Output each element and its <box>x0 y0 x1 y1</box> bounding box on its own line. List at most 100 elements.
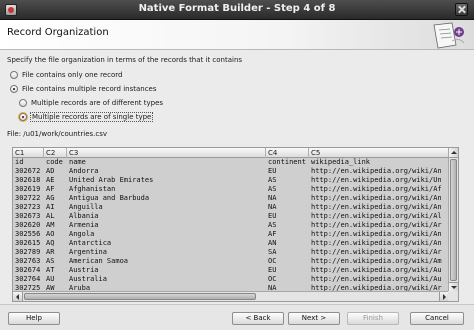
table-row[interactable]: 302789 AR Argentina SA http://en.wikipedia.o… <box>13 248 449 257</box>
table-row[interactable]: 302763 AS American Samoa OC http://en.wikipe… <box>13 257 449 266</box>
scroll-left-icon[interactable] <box>13 292 23 301</box>
table-cell: AS <box>46 257 55 265</box>
table-cell: SA <box>268 248 277 256</box>
table-cell: AS <box>268 185 277 193</box>
intro-text: Specify the file organization in terms o… <box>7 56 243 64</box>
horizontal-scrollbar[interactable] <box>13 291 449 301</box>
table-row[interactable]: 302619 AF Afghanistan AS http://en.wikipedia… <box>13 185 449 194</box>
table-cell: EU <box>268 266 277 274</box>
option-single-label: File contains only one record <box>22 71 123 79</box>
wizard-graphic-icon <box>433 22 465 49</box>
table-cell: http://en.wikipedia.org/wiki/Ar <box>311 284 442 291</box>
table-cell: AI <box>46 203 55 211</box>
table-cell: NA <box>268 203 277 211</box>
table-cell: AW <box>46 284 55 291</box>
table-cell: 302615 <box>15 239 41 247</box>
table-cell: 302672 <box>15 167 41 175</box>
table-body: id code name continent wikipedia_link 302672 A… <box>13 158 449 291</box>
table-row[interactable]: 302615 AQ Antarctica AN http://en.wikipedia.… <box>13 239 449 248</box>
table-row[interactable]: 302618 AE United Arab Emirates AS http://en.… <box>13 176 449 185</box>
table-cell: AT <box>46 266 55 274</box>
table-row[interactable]: 302673 AL Albania EU http://en.wikipedia.org… <box>13 212 449 221</box>
table-row[interactable]: 302672 AD Andorra EU http://en.wikipedia.org… <box>13 167 449 176</box>
close-icon[interactable] <box>455 3 468 16</box>
cancel-button[interactable]: Cancel <box>410 312 464 325</box>
horizontal-scroll-thumb[interactable] <box>24 293 256 300</box>
table-header: C1 C2 C3 C4 C5 <box>13 148 449 158</box>
radio-same-icon[interactable] <box>19 113 27 121</box>
table-cell: Austria <box>69 266 99 274</box>
option-single-record[interactable]: File contains only one record <box>10 71 122 79</box>
finish-button[interactable]: Finish <box>347 312 399 325</box>
table-cell: American Samoa <box>69 257 129 265</box>
table-cell: AL <box>46 212 55 220</box>
title-bar: Native Format Builder - Step 4 of 8 <box>0 0 474 20</box>
back-button[interactable]: < Back <box>232 312 284 325</box>
table-cell: http://en.wikipedia.org/wiki/Un <box>311 176 442 184</box>
table-row[interactable]: 302725 AW Aruba NA http://en.wikipedia.org/w… <box>13 284 449 291</box>
column-header[interactable]: C2 <box>44 148 67 158</box>
option-multiple-records[interactable]: File contains multiple record instances <box>10 85 157 93</box>
table-cell: wikipedia_link <box>311 158 371 166</box>
scroll-corner <box>448 291 458 301</box>
table-cell: continent <box>268 158 306 166</box>
table-cell: http://en.wikipedia.org/wiki/An <box>311 230 442 238</box>
radio-multiple-icon[interactable] <box>10 85 18 93</box>
table-cell: AF <box>268 230 277 238</box>
table-cell: http://en.wikipedia.org/wiki/Ar <box>311 221 442 229</box>
table-cell: 302618 <box>15 176 41 184</box>
table-row[interactable]: 302556 AO Angola AF http://en.wikipedia.org/… <box>13 230 449 239</box>
table-cell: 302620 <box>15 221 41 229</box>
table-cell: 302673 <box>15 212 41 220</box>
table-cell: AS <box>268 176 277 184</box>
table-cell: Andorra <box>69 167 99 175</box>
scroll-up-icon[interactable] <box>449 148 458 158</box>
page-title: Record Organization <box>7 27 109 38</box>
table-cell: United Arab Emirates <box>69 176 154 184</box>
table-row[interactable]: 302674 AT Austria EU http://en.wikipedia.org… <box>13 266 449 275</box>
help-button[interactable]: Help <box>8 312 60 325</box>
table-cell: AD <box>46 167 55 175</box>
table-cell: id <box>15 158 24 166</box>
table-row[interactable]: id code name continent wikipedia_link <box>13 158 449 167</box>
table-cell: code <box>46 158 63 166</box>
table-cell: AN <box>268 239 277 247</box>
table-row[interactable]: 302620 AM Armenia AS http://en.wikipedia.org… <box>13 221 449 230</box>
option-different-label: Multiple records are of different types <box>31 99 164 107</box>
column-header[interactable]: C1 <box>13 148 44 158</box>
table-cell: http://en.wikipedia.org/wiki/Au <box>311 266 442 274</box>
table-cell: 302764 <box>15 275 41 283</box>
vertical-scroll-thumb[interactable] <box>450 159 457 281</box>
wizard-footer: Help < Back Next > Finish Cancel <box>0 304 474 330</box>
column-header[interactable]: C4 <box>266 148 309 158</box>
radio-different-icon[interactable] <box>19 99 27 107</box>
table-cell: NA <box>268 194 277 202</box>
option-single-type[interactable]: Multiple records are of single type <box>19 112 154 122</box>
table-cell: OC <box>268 257 277 265</box>
column-header[interactable]: C5 <box>309 148 449 158</box>
table-cell: Armenia <box>69 221 99 229</box>
table-cell: NA <box>268 284 277 291</box>
table-cell: 302556 <box>15 230 41 238</box>
data-preview-table[interactable]: C1 C2 C3 C4 C5 id code name continent wikipe… <box>12 147 459 302</box>
option-different-types[interactable]: Multiple records are of different types <box>19 99 163 107</box>
table-cell: Antarctica <box>69 239 112 247</box>
window-title: Native Format Builder - Step 4 of 8 <box>138 3 336 14</box>
table-cell: Australia <box>69 275 107 283</box>
table-row[interactable]: 302722 AG Antigua and Barbuda NA http://en.w… <box>13 194 449 203</box>
table-row[interactable]: 302764 AU Australia OC http://en.wikipedia.o… <box>13 275 449 284</box>
table-row[interactable]: 302723 AI Anguilla NA http://en.wikipedia.or… <box>13 203 449 212</box>
step-header: Record Organization <box>0 20 474 50</box>
column-header[interactable]: C3 <box>67 148 266 158</box>
table-cell: name <box>69 158 86 166</box>
file-path-label: File: /u01/work/countries.csv <box>7 130 108 138</box>
vertical-scrollbar[interactable] <box>448 148 458 292</box>
table-cell: EU <box>268 167 277 175</box>
table-cell: Anguilla <box>69 203 103 211</box>
table-cell: 302789 <box>15 248 41 256</box>
next-button[interactable]: Next > <box>288 312 340 325</box>
table-cell: AQ <box>46 239 55 247</box>
radio-single-icon[interactable] <box>10 71 18 79</box>
table-cell: http://en.wikipedia.org/wiki/Au <box>311 275 442 283</box>
table-cell: OC <box>268 275 277 283</box>
